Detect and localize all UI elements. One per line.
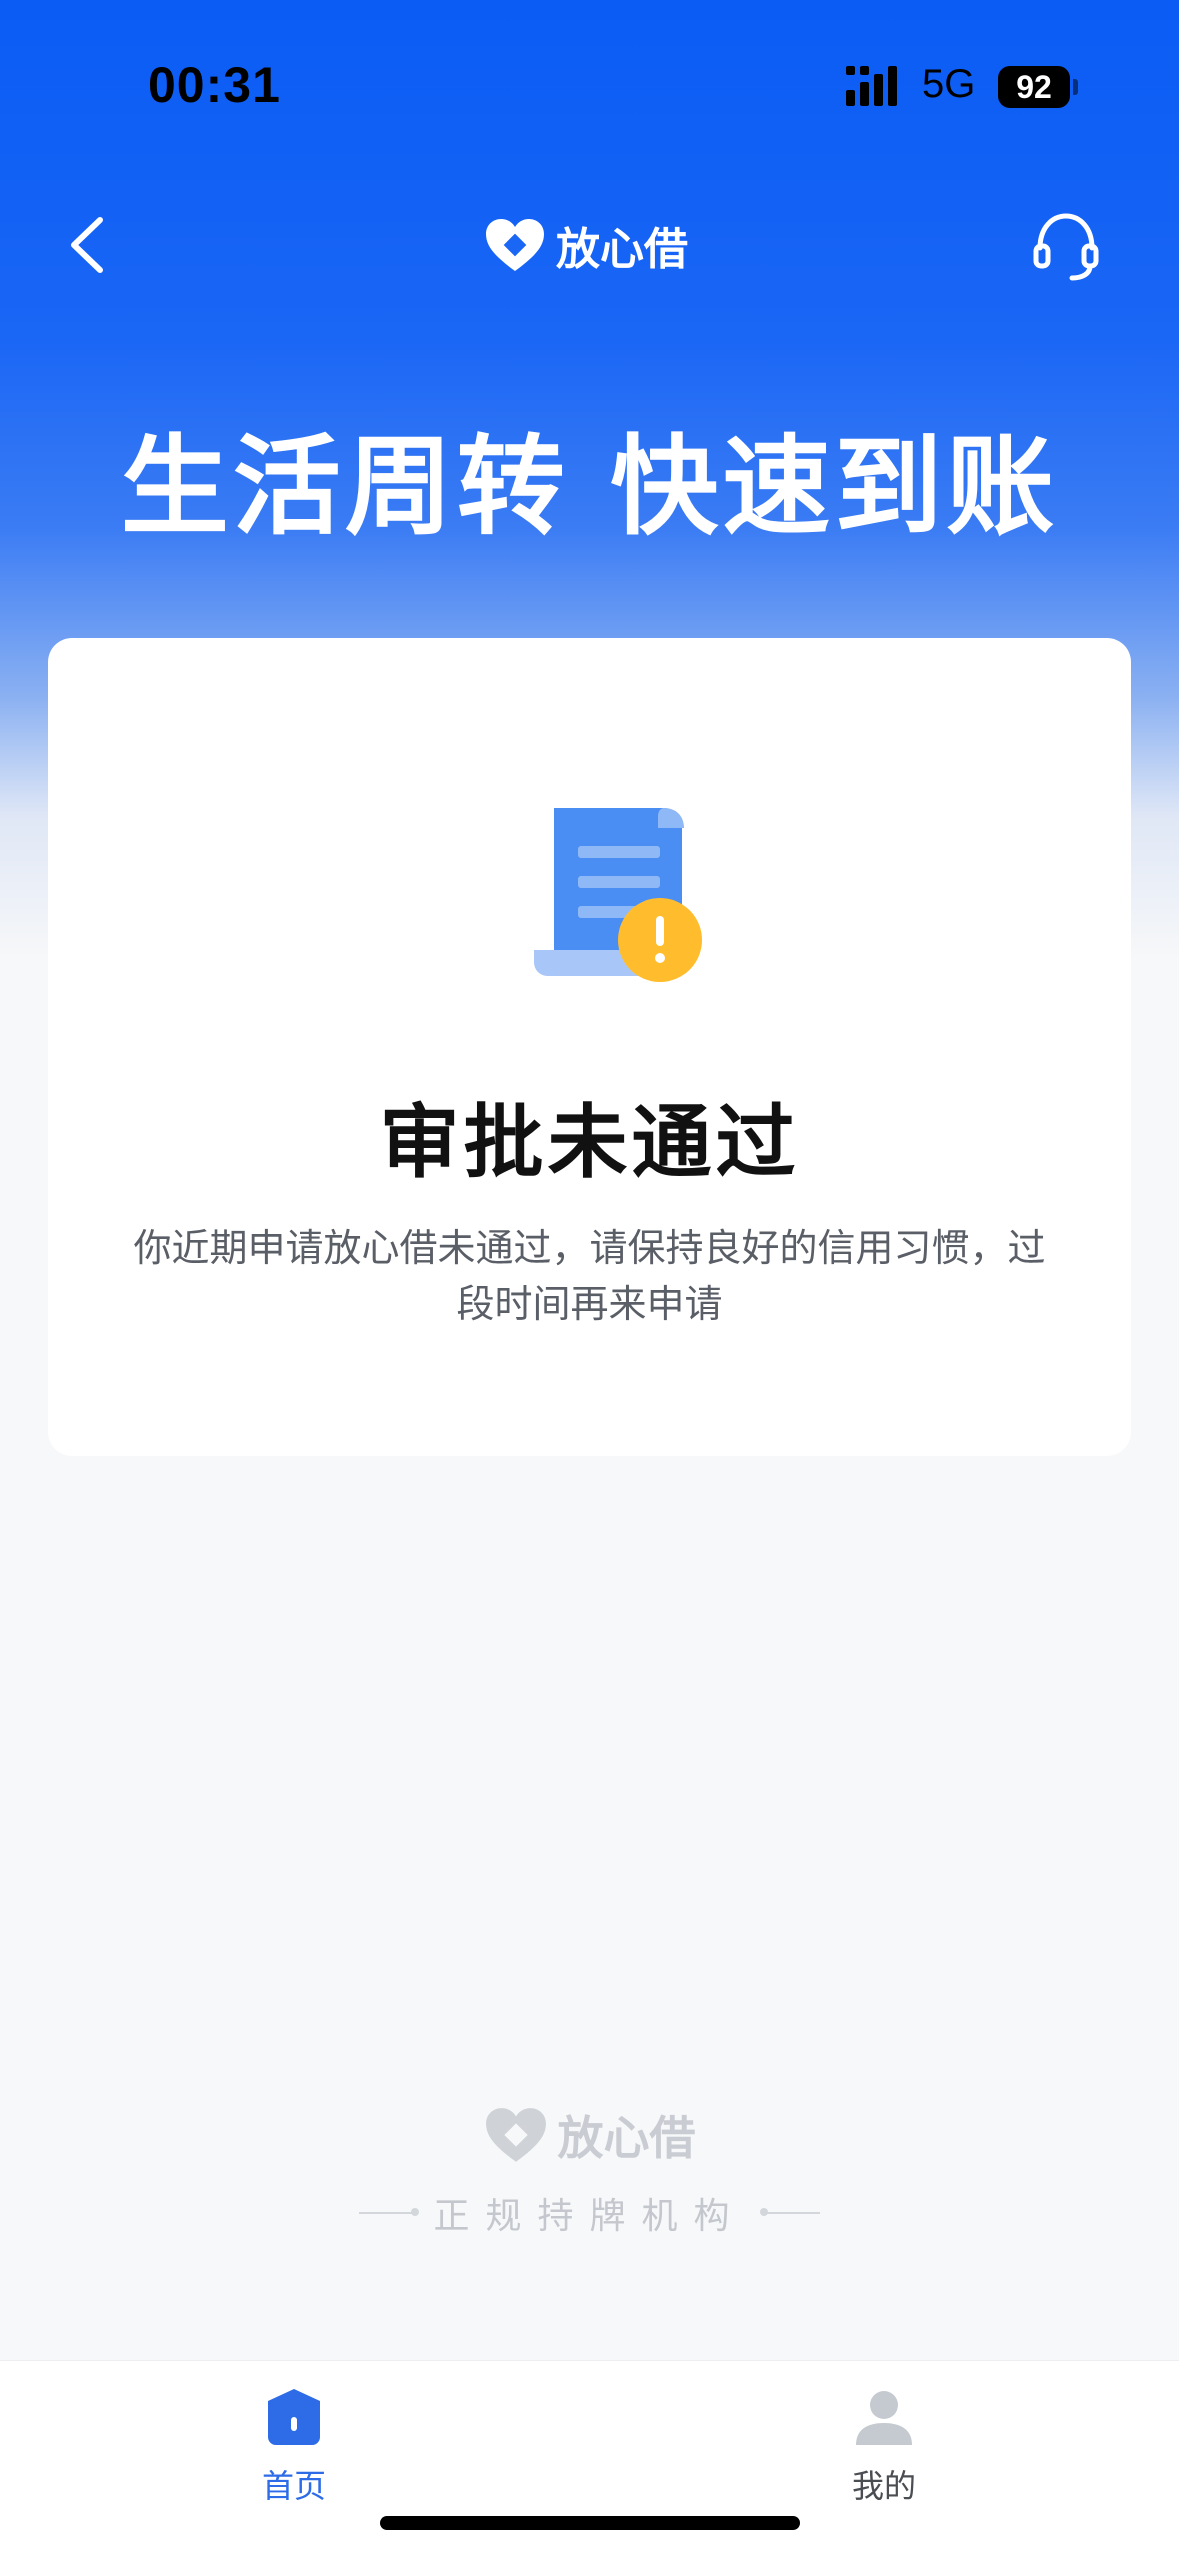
tagline-text: 正规持牌机构 (433, 2196, 746, 2237)
user-icon (856, 2391, 912, 2445)
tab-home-label: 首页 (261, 2467, 326, 2505)
footer-brand-name: 放心借 (557, 2111, 696, 2165)
headset-icon (1033, 213, 1099, 281)
footer-brand: 放心借 (0, 2100, 1179, 2170)
status-bar: 00:31 5G 92 (0, 0, 1179, 160)
network-type: 5G (922, 62, 976, 106)
heart-logo-icon (485, 2108, 546, 2162)
brand-name: 放心借 (556, 224, 688, 275)
heart-logo-icon (486, 219, 544, 271)
chevron-left-icon (71, 217, 103, 273)
hero-slogan: 生活周转 快速到账 (120, 425, 1059, 550)
back-button[interactable] (60, 212, 120, 278)
tab-home[interactable]: 首页 (194, 2385, 394, 2515)
status-time: 00:31 (148, 57, 281, 113)
battery-icon: 92 (998, 66, 1070, 108)
battery-level: 92 (1016, 69, 1052, 105)
customer-service-button[interactable] (1030, 208, 1102, 284)
result-card: 审批未通过 你近期申请放心借未通过，请保持良好的信用习惯，过段时间再来申请 (48, 638, 1131, 1456)
document-warning-icon (534, 808, 702, 982)
result-title: 审批未通过 (379, 1096, 800, 1189)
brand-logo: 放心借 (484, 212, 688, 278)
footer-tagline: 正规持牌机构 (0, 2188, 1179, 2238)
tab-mine-label: 我的 (851, 2467, 916, 2505)
divider (759, 2208, 820, 2216)
divider (359, 2208, 420, 2216)
tab-mine[interactable]: 我的 (784, 2385, 984, 2515)
result-description: 你近期申请放心借未通过，请保持良好的信用习惯，过段时间再来申请 (133, 1226, 1046, 1326)
signal-icon (846, 66, 897, 106)
nav-bar: 放心借 (0, 190, 1179, 300)
home-icon (268, 2389, 320, 2445)
home-indicator (380, 2516, 800, 2530)
battery-tip (1073, 79, 1078, 95)
